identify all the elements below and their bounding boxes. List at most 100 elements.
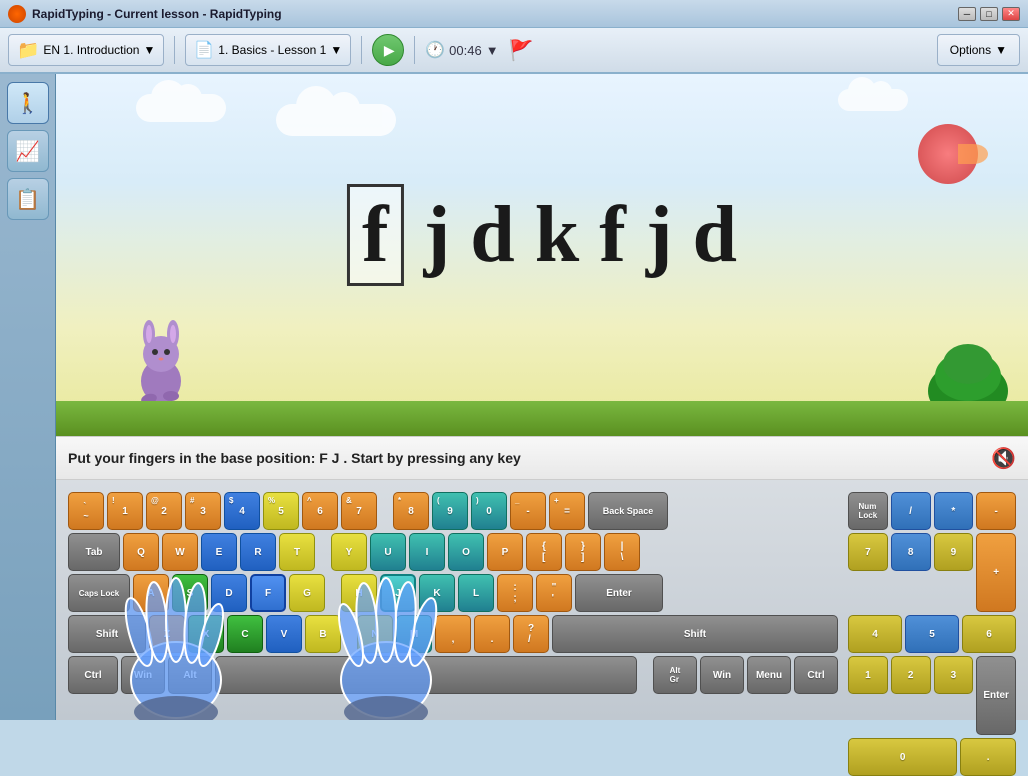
key-v[interactable]: V — [266, 615, 302, 653]
key-space[interactable] — [215, 656, 637, 694]
key-q[interactable]: Q — [123, 533, 159, 571]
key-5[interactable]: %5 — [263, 492, 299, 530]
numpad-5[interactable]: 5 — [905, 615, 959, 653]
numpad: NumLock / * - 7 8 9 + 4 5 6 1 — [848, 492, 1016, 720]
cloud-2 — [276, 104, 396, 136]
key-shift-r[interactable]: Shift — [552, 615, 838, 653]
key-win-l[interactable]: Win — [121, 656, 165, 694]
key-rbracket[interactable]: }] — [565, 533, 601, 571]
key-r[interactable]: R — [240, 533, 276, 571]
qwerty-row: Tab Q W E R T Y U I O P {[ }] |\ — [68, 533, 838, 571]
key-ctrl-r[interactable]: Ctrl — [794, 656, 838, 694]
numpad-plus[interactable]: + — [976, 533, 1016, 612]
key-7[interactable]: &7 — [341, 492, 377, 530]
doc-icon: 📄 — [194, 40, 214, 60]
numpad-0[interactable]: 0 — [848, 738, 957, 776]
key-d[interactable]: D — [211, 574, 247, 612]
key-period[interactable]: . — [474, 615, 510, 653]
key-0[interactable]: )0 — [471, 492, 507, 530]
separator-1 — [174, 36, 175, 64]
key-u[interactable]: U — [370, 533, 406, 571]
key-i[interactable]: I — [409, 533, 445, 571]
key-m[interactable]: M — [396, 615, 432, 653]
close-button[interactable]: ✕ — [1002, 7, 1020, 21]
flag-button[interactable]: 🚩 — [509, 38, 534, 63]
key-4[interactable]: $4 — [224, 492, 260, 530]
play-button[interactable]: ▶ — [372, 34, 404, 66]
numpad-1[interactable]: 1 — [848, 656, 888, 694]
key-n[interactable]: N — [357, 615, 393, 653]
key-tilde[interactable]: `~ — [68, 492, 104, 530]
numpad-dot[interactable]: . — [960, 738, 1016, 776]
numpad-slash[interactable]: / — [891, 492, 931, 530]
key-f[interactable]: F — [250, 574, 286, 612]
key-6[interactable]: ^6 — [302, 492, 338, 530]
course-selector[interactable]: 📁 EN 1. Introduction ▼ — [8, 34, 164, 66]
key-e[interactable]: E — [201, 533, 237, 571]
key-3[interactable]: #3 — [185, 492, 221, 530]
key-enter[interactable]: Enter — [575, 574, 663, 612]
numpad-9[interactable]: 9 — [934, 533, 974, 571]
numpad-3[interactable]: 3 — [934, 656, 974, 694]
lesson-selector[interactable]: 📄 1. Basics - Lesson 1 ▼ — [185, 34, 351, 66]
key-t[interactable]: T — [279, 533, 315, 571]
key-p[interactable]: P — [487, 533, 523, 571]
key-k[interactable]: K — [419, 574, 455, 612]
key-backslash[interactable]: |\ — [604, 533, 640, 571]
title-bar: RapidTyping - Current lesson - RapidTypi… — [0, 0, 1028, 28]
key-l[interactable]: L — [458, 574, 494, 612]
options-button[interactable]: Options ▼ — [937, 34, 1020, 66]
key-quote[interactable]: "' — [536, 574, 572, 612]
maximize-button[interactable]: □ — [980, 7, 998, 21]
key-tab[interactable]: Tab — [68, 533, 120, 571]
sidebar-item-student[interactable]: 🚶 — [7, 82, 49, 124]
key-h[interactable]: H — [341, 574, 377, 612]
numpad-enter[interactable]: Enter — [976, 656, 1016, 735]
numpad-numlock[interactable]: NumLock — [848, 492, 888, 530]
key-a[interactable]: A — [133, 574, 169, 612]
numpad-star[interactable]: * — [934, 492, 974, 530]
key-minus[interactable]: _- — [510, 492, 546, 530]
key-backspace[interactable]: Back Space — [588, 492, 668, 530]
app-icon — [8, 5, 26, 23]
key-x[interactable]: X — [188, 615, 224, 653]
clock-icon: 🕐 — [425, 40, 445, 60]
key-win-r[interactable]: Win — [700, 656, 744, 694]
key-b[interactable]: B — [305, 615, 341, 653]
key-2[interactable]: @2 — [146, 492, 182, 530]
numpad-7[interactable]: 7 — [848, 533, 888, 571]
key-o[interactable]: O — [448, 533, 484, 571]
numpad-6[interactable]: 6 — [962, 615, 1016, 653]
minimize-button[interactable]: ─ — [958, 7, 976, 21]
key-comma[interactable]: , — [435, 615, 471, 653]
sidebar-item-lessons[interactable]: 📋 — [7, 178, 49, 220]
numpad-4[interactable]: 4 — [848, 615, 902, 653]
main-container: 🚶 📈 📋 — [0, 74, 1028, 720]
key-9[interactable]: (9 — [432, 492, 468, 530]
numpad-8[interactable]: 8 — [891, 533, 931, 571]
key-w[interactable]: W — [162, 533, 198, 571]
content-area: f j d k f j d — [56, 74, 1028, 720]
numpad-2[interactable]: 2 — [891, 656, 931, 694]
key-menu[interactable]: Menu — [747, 656, 791, 694]
sidebar-item-stats[interactable]: 📈 — [7, 130, 49, 172]
key-caps[interactable]: Caps Lock — [68, 574, 130, 612]
key-slash[interactable]: ?/ — [513, 615, 549, 653]
key-1[interactable]: !1 — [107, 492, 143, 530]
key-ctrl-l[interactable]: Ctrl — [68, 656, 118, 694]
key-z[interactable]: Z — [149, 615, 185, 653]
key-equal[interactable]: += — [549, 492, 585, 530]
key-s[interactable]: S — [172, 574, 208, 612]
key-semicolon[interactable]: :; — [497, 574, 533, 612]
key-8[interactable]: *8 — [393, 492, 429, 530]
key-c[interactable]: C — [227, 615, 263, 653]
key-alt-l[interactable]: Alt — [168, 656, 212, 694]
sound-button[interactable]: 🔇 — [991, 446, 1016, 471]
key-lbracket[interactable]: {[ — [526, 533, 562, 571]
key-y[interactable]: Y — [331, 533, 367, 571]
key-j[interactable]: J — [380, 574, 416, 612]
key-alt-gr[interactable]: AltGr — [653, 656, 697, 694]
key-g[interactable]: G — [289, 574, 325, 612]
key-shift-l[interactable]: Shift — [68, 615, 146, 653]
numpad-minus[interactable]: - — [976, 492, 1016, 530]
